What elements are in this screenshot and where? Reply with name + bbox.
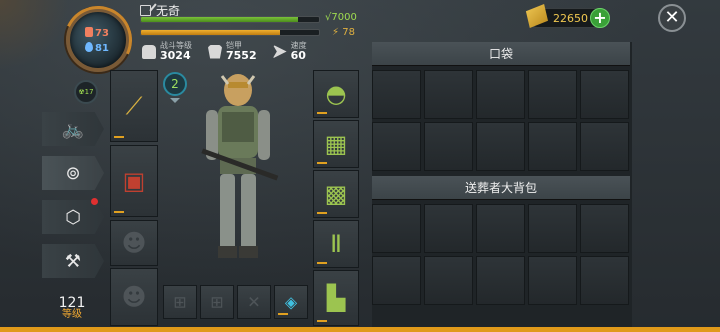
health-bar: [140, 16, 320, 23]
helmet-icon: ◓: [325, 80, 347, 108]
inventory-cell[interactable]: [580, 122, 629, 171]
inventory-cell[interactable]: [424, 70, 473, 119]
slot-consumable-2[interactable]: ⊞: [200, 285, 234, 319]
player-portrait[interactable]: 73 81: [54, 0, 142, 84]
slot-helmet[interactable]: ◓: [313, 70, 359, 118]
crate-icon: ⬡: [65, 206, 81, 228]
backpack-grid: [372, 204, 629, 305]
slot-consumable-4[interactable]: ◈: [274, 285, 308, 319]
chevron-down-icon[interactable]: [170, 98, 180, 103]
water-stat: 81: [85, 42, 109, 54]
slot-empty-head[interactable]: ☻: [110, 220, 158, 266]
inventory-cell[interactable]: [528, 70, 577, 119]
pants-icon: Ⅱ: [330, 230, 342, 258]
energy-value: ⚡ 78: [332, 27, 355, 38]
notification-dot: [91, 198, 98, 205]
durability-bar: [114, 136, 124, 138]
loadout-selector[interactable]: 2: [163, 72, 187, 96]
inventory-cell[interactable]: [372, 70, 421, 119]
armor-icon: [208, 44, 222, 59]
stat-armor: 铠甲 7552: [208, 42, 257, 61]
slot-boots[interactable]: ▙: [313, 270, 359, 326]
head-silhouette-icon: ☻: [121, 283, 147, 311]
inventory-cell[interactable]: [372, 204, 421, 253]
slot-gloves[interactable]: ▩: [313, 170, 359, 218]
slot-consumable-1[interactable]: ⊞: [163, 285, 197, 319]
slot-primary-weapon[interactable]: ⟋: [110, 70, 158, 142]
inventory-cell[interactable]: [528, 122, 577, 171]
durability-bar: [317, 212, 327, 214]
close-button[interactable]: ✕: [658, 4, 686, 32]
backpack-icon: ▣: [122, 167, 146, 195]
pocket-header: 口袋: [372, 42, 630, 66]
fist-icon: [142, 44, 156, 59]
medkit-icon: ⊞: [210, 292, 224, 312]
armor-arms-icon: ▩: [324, 180, 348, 208]
tab-equipment[interactable]: ⊚: [42, 156, 104, 190]
backpack-header: 送葬者大背包: [372, 176, 630, 200]
vest-icon: ▦: [324, 130, 348, 158]
slot-legs[interactable]: Ⅱ: [313, 220, 359, 268]
player-level: 121 等级: [58, 295, 86, 320]
tab-crafting[interactable]: ⚒: [42, 244, 104, 278]
slot-chest[interactable]: ▦: [313, 120, 359, 168]
inventory-cell[interactable]: [476, 256, 525, 305]
medkit-icon: ⊞: [173, 292, 187, 312]
stat-speed: 速度 60: [272, 42, 307, 61]
player-character: [192, 70, 284, 260]
add-gold-button[interactable]: +: [590, 8, 610, 28]
durability-bar: [317, 262, 327, 264]
durability-bar: [317, 112, 327, 114]
energy-bar: [140, 29, 320, 36]
radiation-badge[interactable]: ☢17: [74, 80, 98, 104]
tab-vehicle[interactable]: 🚲: [42, 112, 104, 146]
health-bar-fill: [141, 17, 298, 22]
slot-empty-face[interactable]: ☻: [110, 268, 158, 326]
head-silhouette-icon: ☻: [121, 229, 147, 257]
edit-icon[interactable]: [140, 5, 151, 16]
durability-bar: [317, 162, 327, 164]
food-stat: 73: [85, 27, 109, 39]
slot-backpack[interactable]: ▣: [110, 145, 158, 217]
mask-icon: ⊚: [65, 162, 81, 184]
tools-icon: ✕: [247, 292, 261, 312]
inventory-cell[interactable]: [528, 256, 577, 305]
inventory-cell[interactable]: [580, 256, 629, 305]
water-drop-icon: [85, 42, 93, 52]
inventory-cell[interactable]: [424, 256, 473, 305]
rifle-icon: ⟋: [125, 92, 143, 120]
combat-stats: 战斗等级 3024 铠甲 7552 速度 60: [142, 42, 307, 61]
inventory-cell[interactable]: [424, 122, 473, 171]
inventory-cell[interactable]: [476, 70, 525, 119]
tab-storage[interactable]: ⬡: [42, 200, 104, 234]
inventory-cell[interactable]: [580, 70, 629, 119]
stat-combat-level: 战斗等级 3024: [142, 42, 192, 61]
bike-icon: 🚲: [61, 118, 85, 140]
bottom-accent-bar: [0, 327, 720, 332]
energy-bar-fill: [141, 30, 280, 35]
inventory-cell[interactable]: [476, 122, 525, 171]
food-icon: [85, 27, 93, 37]
inventory-cell[interactable]: [372, 256, 421, 305]
speed-icon: [272, 44, 287, 59]
workbench-icon: ⚒: [64, 250, 82, 272]
inventory-cell[interactable]: [372, 122, 421, 171]
slot-consumable-3[interactable]: ✕: [237, 285, 271, 319]
inventory-cell[interactable]: [528, 204, 577, 253]
inventory-panel: 口袋 送葬者大背包: [372, 42, 632, 332]
gadget-icon: ◈: [284, 292, 298, 312]
durability-bar: [278, 313, 288, 315]
inventory-cell[interactable]: [424, 204, 473, 253]
durability-bar: [317, 320, 327, 322]
pocket-grid: [372, 70, 629, 171]
durability-bar: [114, 211, 124, 213]
inventory-cell[interactable]: [476, 204, 525, 253]
boots-icon: ▙: [326, 284, 346, 312]
inventory-cell[interactable]: [580, 204, 629, 253]
health-value: √7000: [325, 12, 357, 23]
